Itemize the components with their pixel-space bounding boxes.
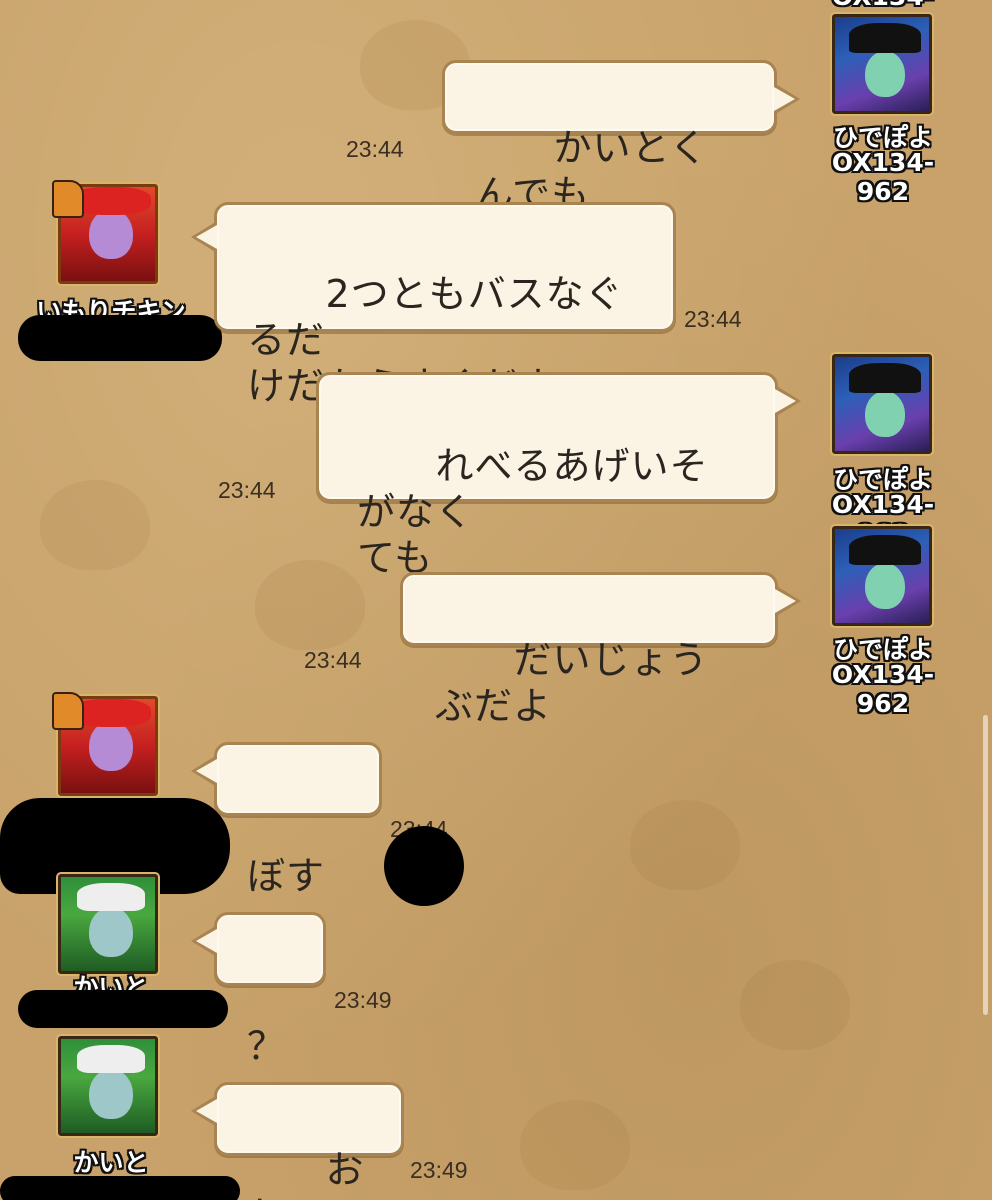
message-time: 23:44: [218, 477, 276, 503]
redaction-mark: [384, 826, 464, 906]
bubble-tail: [775, 585, 801, 617]
message-time: 23:49: [334, 987, 392, 1013]
message-time: 23:44: [684, 306, 742, 332]
scrollbar[interactable]: [983, 715, 988, 1015]
redaction-mark: [18, 315, 222, 361]
bubble-tail: [191, 925, 217, 957]
redaction-mark: [0, 1176, 240, 1200]
avatar-kaito-icon[interactable]: [56, 872, 160, 976]
bubble-tail: [191, 755, 217, 787]
trumpet-badge-icon: [52, 180, 84, 218]
background-slime-icon: [630, 800, 740, 890]
avatar-hidepoyo-icon[interactable]: [830, 524, 934, 628]
background-slime-icon: [255, 560, 365, 650]
chat-log[interactable]: OX134-962 かいとくんでも 23:44 ひでぽよ OX134-962 い…: [0, 0, 992, 1200]
message-bubble[interactable]: ？: [191, 912, 326, 1068]
background-slime-icon: [520, 1100, 630, 1190]
message-text: だいじょうぶだよ: [435, 638, 709, 728]
avatar-hidepoyo-icon[interactable]: [830, 352, 934, 456]
message-bubble[interactable]: ぼすw: [191, 742, 382, 944]
avatar-kaito-icon[interactable]: [56, 1034, 160, 1138]
bubble-tail: [191, 221, 217, 253]
message-time: 23:44: [346, 136, 404, 162]
message-text: ？: [247, 1024, 287, 1068]
bubble-tail: [774, 83, 800, 115]
message-time: 23:49: [410, 1157, 468, 1183]
message-text: れべるあげいそがなく ても: [357, 444, 709, 580]
bubble-tail: [191, 1095, 217, 1127]
message-bubble[interactable]: れべるあげいそがなく ても: [316, 372, 801, 580]
message-bubble[interactable]: おれ？: [191, 1082, 404, 1200]
message-time: 23:44: [304, 647, 362, 673]
sender-id: OX134-962: [831, 148, 935, 206]
background-slime-icon: [740, 960, 850, 1050]
message-bubble[interactable]: だいじょうぶだよ: [400, 572, 801, 728]
sender-name: かいと: [73, 1148, 149, 1177]
background-slime-icon: [40, 480, 150, 570]
trumpet-badge-icon: [52, 692, 84, 730]
bubble-tail: [775, 385, 801, 417]
avatar-hidepoyo-icon[interactable]: [830, 12, 934, 116]
sender-id: OX134-962: [831, 660, 935, 718]
redaction-mark: [18, 990, 228, 1028]
message-text: おれ？: [247, 1148, 365, 1200]
message-bubble[interactable]: 2つともバスなぐるだ けだからすぐだよ: [191, 202, 676, 408]
message-bubble[interactable]: かいとくんでも: [442, 60, 800, 216]
